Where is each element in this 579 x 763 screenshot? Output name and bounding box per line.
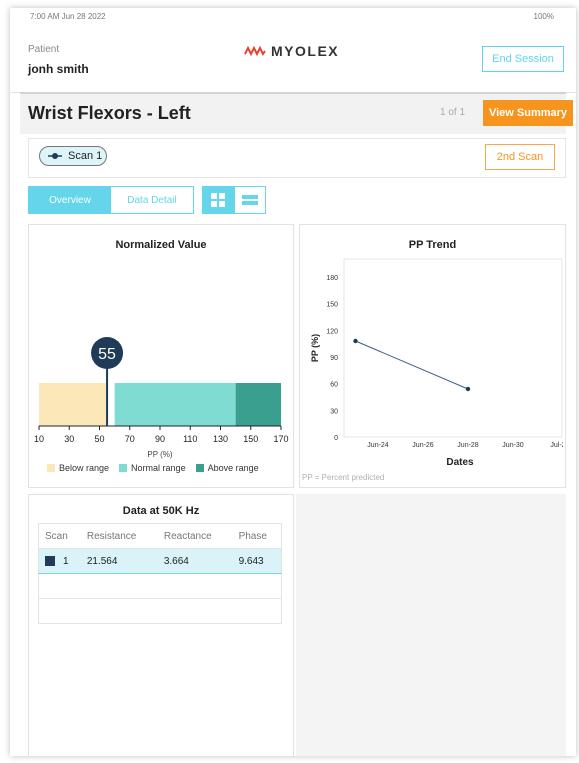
col-phase: Phase <box>232 523 282 549</box>
x-tick-label: Jun-28 <box>457 442 479 449</box>
x-tick-label: 90 <box>155 434 165 444</box>
range-bar-normal-range <box>114 383 236 426</box>
range-bar-below-range <box>39 383 108 426</box>
scan-line-icon <box>48 153 62 159</box>
patient-label: Patient <box>28 44 60 55</box>
list-view-button[interactable] <box>233 187 265 213</box>
below-swatch <box>47 464 55 472</box>
y-tick-label: 90 <box>330 355 338 362</box>
legend-above-label: Above range <box>207 463 259 473</box>
scan-chip-label: Scan 1 <box>68 150 103 162</box>
cell-reactance: 3.664 <box>157 548 233 574</box>
data-table: Scan Resistance Reactance Phase 1 21.564… <box>38 523 282 624</box>
x-tick-label: Jun-26 <box>412 442 434 449</box>
range-bar-above-range <box>235 383 281 426</box>
x-tick-label: Jun-30 <box>502 442 524 449</box>
x-axis-title: PP (%) <box>147 450 173 459</box>
col-reactance: Reactance <box>157 523 233 549</box>
legend-normal-label: Normal range <box>131 463 186 473</box>
view-summary-button[interactable]: View Summary <box>483 100 573 126</box>
legend-below-label: Below range <box>59 463 110 473</box>
table-row[interactable]: 1 21.564 3.664 9.643 <box>38 548 282 574</box>
app-header: Patient jonh smith MYOLEX End Session <box>10 30 576 93</box>
table-row-empty <box>38 598 282 624</box>
tab-data-detail[interactable]: Data Detail <box>111 187 193 213</box>
title-bar: Wrist Flexors - Left 1 of 1 View Summary <box>20 92 573 134</box>
status-bar: 7:00 AM Jun 28 2022 100% <box>10 8 576 26</box>
view-tabs: Overview Data Detail <box>28 186 194 214</box>
page-title: Wrist Flexors - Left <box>28 103 191 123</box>
y-tick-label: 150 <box>326 302 338 309</box>
pp-footnote: PP = Percent predicted <box>302 473 385 482</box>
normalized-value-chart: 10 30 50 70 90 110 130 150 170 PP (%) 55 <box>34 337 289 459</box>
myolex-logo: MYOLEX <box>244 43 339 59</box>
x-tick-label: 50 <box>94 434 104 444</box>
data-panel-title: Data at 50K Hz <box>122 505 200 517</box>
end-session-button[interactable]: End Session <box>482 46 564 72</box>
x-tick-label: Jul-2 <box>550 442 563 449</box>
table-header-row: Scan Resistance Reactance Phase <box>38 523 282 549</box>
status-time: 7:00 AM Jun 28 2022 <box>30 12 106 21</box>
y-tick-label: 30 <box>330 408 338 415</box>
trend-point <box>465 386 471 392</box>
x-axis-title: Dates <box>446 457 474 468</box>
pp-trend-chart: 0 30 60 90 120 150 180 PP (%) Jun-24 Jun-26 Jun-28… <box>310 258 563 468</box>
scan-1-chip[interactable]: Scan 1 <box>39 146 107 166</box>
empty-area <box>296 494 566 756</box>
logo-text: MYOLEX <box>271 43 340 59</box>
x-tick-label: 150 <box>243 434 258 444</box>
x-tick-label: 130 <box>213 434 228 444</box>
data-panel: Data at 50K Hz Scan Resistance Reactance… <box>28 494 294 756</box>
normal-swatch <box>119 464 128 472</box>
myolex-wave-icon <box>244 45 266 57</box>
normalized-value-panel: Normalized Value 10 30 50 70 90 110 130 150 170 P… <box>28 224 294 488</box>
col-resistance: Resistance <box>80 523 158 549</box>
x-tick-label: 10 <box>34 434 44 444</box>
cell-scan: 1 <box>38 548 81 574</box>
trend-point <box>353 338 358 344</box>
battery-level: 100% <box>533 12 554 21</box>
legend-normal: Normal range <box>119 463 186 473</box>
x-tick-label: Jun-24 <box>367 442 389 449</box>
layout-toggle <box>202 186 266 214</box>
patient-name: jonh smith <box>28 62 89 76</box>
y-tick-label: 180 <box>326 275 338 282</box>
trend-line <box>355 340 469 390</box>
list-view-icon <box>241 195 258 205</box>
legend-below: Below range <box>47 463 109 473</box>
x-tick-label: 110 <box>183 434 197 444</box>
scan-bar: Scan 1 2nd Scan <box>28 138 566 178</box>
grid-view-icon <box>211 193 226 207</box>
col-scan: Scan <box>38 523 81 549</box>
marker-value-label: 55 <box>98 346 116 363</box>
legend-above: Above range <box>195 463 259 473</box>
x-tick-label: 30 <box>64 434 74 444</box>
range-legend: Below range Normal range Above range <box>47 463 259 473</box>
cell-resistance: 21.564 <box>80 548 158 574</box>
plot-area <box>343 258 563 438</box>
above-swatch <box>195 464 204 472</box>
y-tick-label: 0 <box>334 435 338 442</box>
y-axis-title: PP (%) <box>310 334 320 362</box>
y-tick-label: 60 <box>330 382 338 389</box>
page-count: 1 of 1 <box>440 107 466 118</box>
table-row-empty <box>38 573 282 599</box>
tab-overview[interactable]: Overview <box>29 187 111 213</box>
cell-phase: 9.643 <box>232 548 282 574</box>
cell-scan-value: 1 <box>63 555 69 567</box>
grid-view-button[interactable] <box>203 187 234 213</box>
second-scan-button[interactable]: 2nd Scan <box>485 144 555 170</box>
y-tick-label: 120 <box>326 328 338 335</box>
x-tick-label: 70 <box>125 434 135 444</box>
pp-trend-panel: PP Trend 0 30 60 90 120 150 180 PP (%) Jun-24 Jun… <box>299 224 566 488</box>
scan-color-swatch <box>45 555 55 566</box>
x-tick-label: 170 <box>273 434 288 444</box>
tablet-screen: 7:00 AM Jun 28 2022 100% Patient jonh sm… <box>10 8 576 756</box>
